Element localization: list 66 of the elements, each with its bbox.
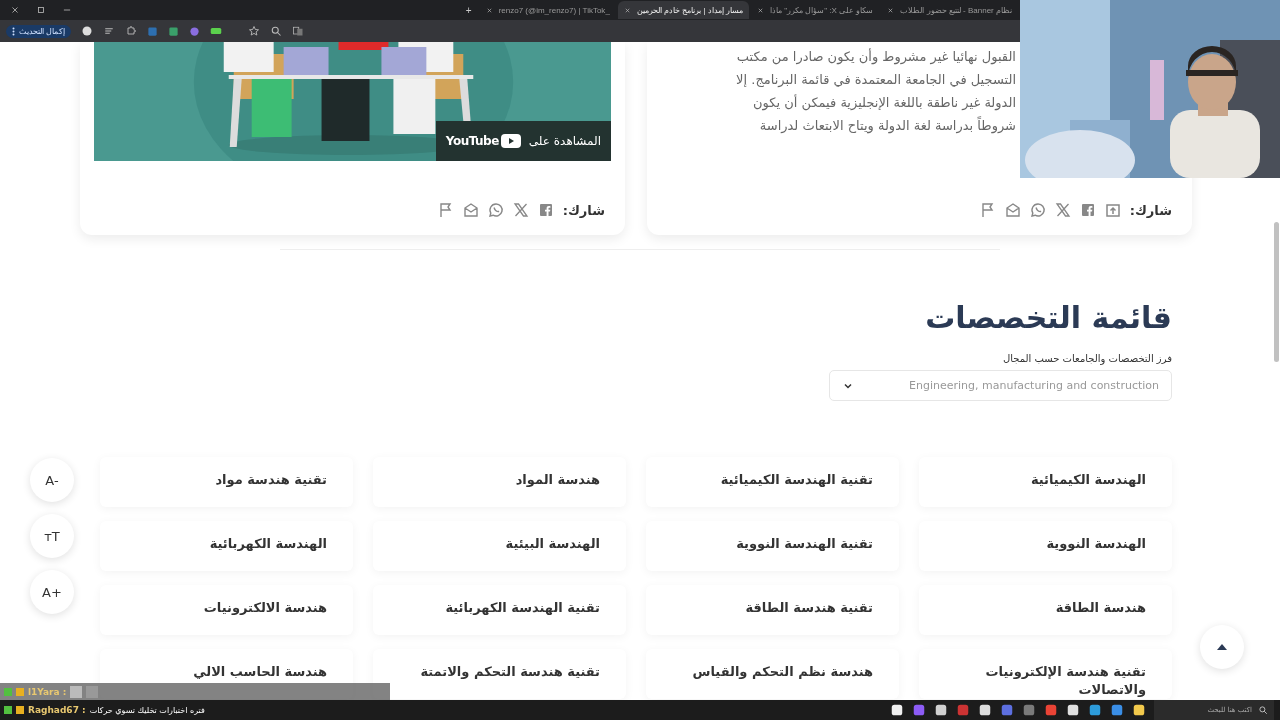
- zoom-icon[interactable]: [270, 25, 283, 37]
- app-icon[interactable]: [1132, 703, 1146, 717]
- x-icon[interactable]: [1054, 202, 1071, 218]
- decrease-font-button[interactable]: A-: [30, 458, 74, 502]
- description-text: القبول نهائيا غير مشروط وأن يكون صادرا من مكتب التسجيل في الجامعة المعتمدة في قائمة البرنامج. إلا الدولة غير ناطقة باللغة الإنجليزية فيمكن أن يكون شروطاً بدراسة لغة الدولة ويتاح الابتعاث لدراسة: [736, 47, 1016, 136]
- whatsapp-icon[interactable]: [1029, 202, 1046, 218]
- section-title: قائمة التخصصات: [924, 300, 1172, 335]
- app-icon[interactable]: [1088, 703, 1102, 717]
- chat-username: l1Yara :: [28, 686, 67, 697]
- share-icon[interactable]: [1104, 202, 1121, 218]
- browser-tab[interactable]: نظام Banner - لتتبع حضور الطلاب: [881, 1, 1018, 19]
- flag-icon[interactable]: [979, 202, 996, 218]
- share-label: شارك:: [562, 202, 605, 218]
- specialty-item[interactable]: تقنية الهندسة النووية: [646, 521, 899, 571]
- specialty-item[interactable]: الهندسة النووية: [919, 521, 1172, 571]
- whatsapp-icon[interactable]: [487, 202, 504, 218]
- close-icon[interactable]: [10, 5, 20, 15]
- more-icon: [12, 26, 15, 36]
- play-icon: [500, 134, 521, 148]
- extension-icon[interactable]: [168, 25, 180, 37]
- filter-label: فرز التخصصات والجامعات حسب المجال: [1001, 353, 1172, 364]
- list-icon[interactable]: [103, 25, 116, 37]
- specialty-item[interactable]: الهندسة الكيميائية: [919, 457, 1172, 507]
- specialty-item[interactable]: تقنية الهندسة الكيميائية: [646, 457, 899, 507]
- browser-tab[interactable]: _renzo7 (@im_renzo7) | TikTok: [479, 1, 616, 19]
- specialty-item[interactable]: تقنية الهندسة الكهربائية: [373, 585, 626, 635]
- flag-icon[interactable]: [437, 202, 454, 218]
- specialty-item[interactable]: تقنية هندسة الإلكترونيات والاتصالات: [919, 649, 1172, 699]
- chat-username: Raghad67 :: [28, 705, 86, 715]
- close-icon[interactable]: [485, 6, 493, 14]
- new-tab-button[interactable]: +: [459, 4, 478, 16]
- extension-icon[interactable]: [189, 25, 201, 37]
- mail-icon[interactable]: [1004, 202, 1021, 218]
- app-icon[interactable]: [978, 703, 992, 717]
- app-icon[interactable]: [890, 703, 904, 717]
- app-icon[interactable]: [1066, 703, 1080, 717]
- increase-font-button[interactable]: A+: [30, 570, 74, 614]
- reset-font-button[interactable]: ᴛT: [30, 514, 74, 558]
- facebook-icon[interactable]: [537, 202, 554, 218]
- search-icon[interactable]: [1258, 705, 1268, 715]
- specialty-item[interactable]: هندسة الطاقة: [919, 585, 1172, 635]
- chat-message: فتره اختبارات تخليك تسوي حركات: [89, 705, 205, 715]
- specialty-item[interactable]: هندسة الالكترونيات: [100, 585, 353, 635]
- star-icon[interactable]: [248, 25, 261, 37]
- caret-up-icon: [1216, 643, 1228, 651]
- close-icon[interactable]: [623, 6, 631, 14]
- specialty-item[interactable]: الهندسة الكهربائية: [100, 521, 353, 571]
- close-icon[interactable]: [757, 6, 765, 14]
- specialty-item[interactable]: تقنية هندسة مواد: [100, 457, 353, 507]
- close-icon[interactable]: [887, 6, 895, 14]
- specialty-item[interactable]: هندسة المواد: [373, 457, 626, 507]
- mail-icon[interactable]: [462, 202, 479, 218]
- specialty-item[interactable]: تقنية هندسة التحكم والاتمتة: [373, 649, 626, 699]
- browser-tab[interactable]: مسار إمداد | برنامج خادم الحرمين: [617, 1, 750, 19]
- extension-icon[interactable]: [210, 25, 223, 37]
- x-icon[interactable]: [512, 202, 529, 218]
- facebook-icon[interactable]: [1079, 202, 1096, 218]
- specialty-item[interactable]: تقنية هندسة الطاقة: [646, 585, 899, 635]
- restore-icon[interactable]: [36, 5, 46, 15]
- update-button[interactable]: إكمال التحديث: [6, 24, 72, 38]
- share-label: شارك:: [1129, 202, 1172, 218]
- app-icon[interactable]: [934, 703, 948, 717]
- specialty-item[interactable]: الهندسة البيئية: [373, 521, 626, 571]
- scrollbar[interactable]: [1274, 222, 1279, 362]
- specialty-item[interactable]: هندسة نظم التحكم والقياس: [646, 649, 899, 699]
- browser-tab[interactable]: سكاو على X: "سؤال مكرر" ماذا: [751, 1, 880, 19]
